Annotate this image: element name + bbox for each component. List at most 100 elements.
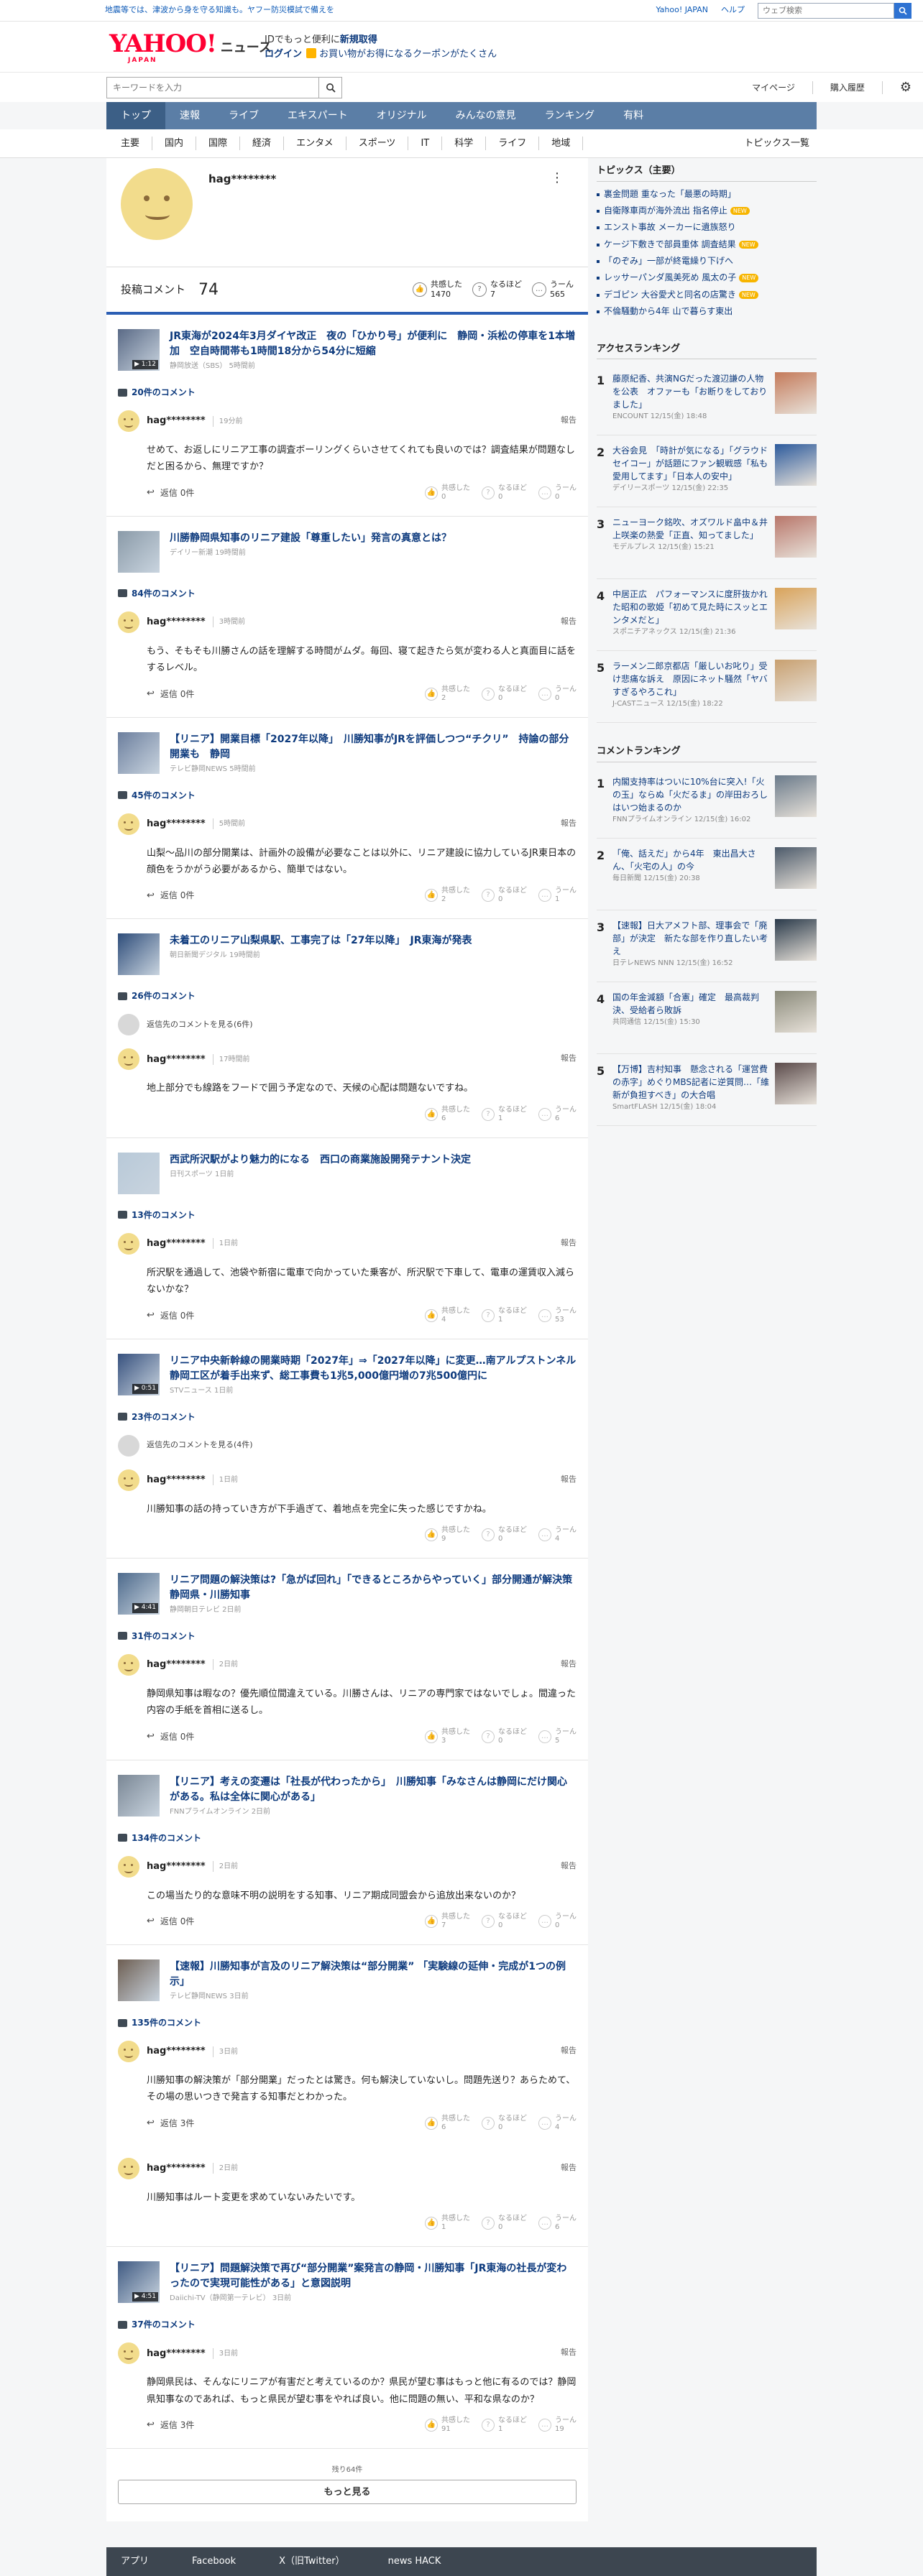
nav-ranking[interactable]: ランキング — [531, 102, 610, 129]
category-item[interactable]: IT — [408, 136, 443, 151]
yahoo-japan-link[interactable]: Yahoo! JAPAN — [656, 4, 708, 17]
reply-button[interactable]: ↩ 返信 0件 — [147, 1730, 194, 1744]
nav-paid[interactable]: 有料 — [609, 102, 658, 129]
naruhodo-button[interactable]: ? なるほど 0 — [482, 484, 527, 502]
article-link[interactable]: ▶ 1:12 JR東海が2024年3月ダイヤ改正 夜の「ひかり号」が便利に 静岡・… — [118, 329, 577, 371]
article-thumbnail[interactable] — [118, 530, 160, 573]
hmm-button[interactable]: … うーん 4 — [538, 2115, 577, 2132]
commenter-name[interactable]: hag******** — [147, 2347, 206, 2361]
article-link[interactable]: 未着工のリニア山梨県駅、工事完了は「27年以降」 JR東海が発表 朝日新聞デジタル… — [118, 933, 577, 976]
commenter-name[interactable]: hag******** — [147, 1860, 206, 1874]
load-more-button[interactable]: もっと見る — [118, 2480, 577, 2505]
ranking-item[interactable]: 3 ニューヨーク銘吹、オズワルド畠中＆井上咲楽の熱愛「正直、知ってました」 モデルプ… — [597, 507, 817, 580]
ranking-item[interactable]: 2 「俺、話えだ」から4年 東出昌大さん、「火宅の人」の今 毎日新聞 12/15(金… — [597, 839, 817, 910]
footer-x[interactable]: X（旧Twitter） — [279, 2554, 344, 2569]
article-thumbnail[interactable]: ▶ 4:51 — [118, 2261, 160, 2304]
article-thumbnail[interactable]: ▶ 0:51 — [118, 1353, 160, 1395]
nav-breaking[interactable]: 速報 — [165, 102, 214, 129]
comment-count-link[interactable]: 23件のコメント — [118, 1411, 577, 1423]
topic-item[interactable]: 自衛隊車両が海外流出 指名停止 NEW — [597, 203, 817, 219]
reply-button[interactable]: ↩ 返信 0件 — [147, 486, 194, 500]
report-link[interactable]: 報告 — [561, 2162, 577, 2174]
ranking-item[interactable]: 5 【万博】吉村知事 懸念される「運営費の赤字」めぐりMBS記者に逆質問…「維新が… — [597, 1054, 817, 1126]
topic-item[interactable]: エンスト事故 メーカーに遺族怒り — [597, 219, 817, 236]
topic-item[interactable]: レッサーパンダ風美死め 風太の子 NEW — [597, 269, 817, 286]
article-title[interactable]: JR東海が2024年3月ダイヤ改正 夜の「ひかり号」が便利に 静岡・浜松の停車を… — [170, 329, 577, 359]
ranking-item[interactable]: 3 【速報】日大アメフト部、理事会で「廃部」が決定 新たな部を作り直したい考え 日テ… — [597, 910, 817, 982]
commenter-name[interactable]: hag******** — [147, 2044, 206, 2059]
article-link[interactable]: ▶ 4:41 リニア問題の解決策は?「急がば回れ」「できるところからやっていく」部… — [118, 1572, 577, 1615]
report-link[interactable]: 報告 — [561, 616, 577, 628]
topic-item[interactable]: 「のぞみ」一部が終電繰り下げへ — [597, 253, 817, 269]
commenter-name[interactable]: hag******** — [147, 1053, 206, 1067]
naruhodo-button[interactable]: ? なるほど 0 — [482, 1526, 527, 1543]
report-link[interactable]: 報告 — [561, 818, 577, 830]
ranking-item[interactable]: 5 ラーメン二郎京都店「厳しいお叱り」受け悲痛な訴え 原因にネット騒然「ヤバすぎる… — [597, 651, 817, 724]
coupon-link[interactable]: お買い物がお得になるクーポンがたくさん — [319, 49, 497, 60]
hmm-button[interactable]: … うーん 6 — [538, 2215, 577, 2232]
topics-list-link[interactable]: トピックス一覧 — [744, 137, 809, 151]
topic-item[interactable]: 裏金問題 重なった「最悪の時期」 — [597, 186, 817, 203]
article-thumbnail[interactable] — [118, 933, 160, 976]
article-title[interactable]: リニア問題の解決策は?「急がば回れ」「できるところからやっていく」部分開通が解決… — [170, 1573, 577, 1603]
article-link[interactable]: 【リニア】開業目標「2027年以降」 川勝知事がJRを評価しつつ“チクリ” 持論… — [118, 731, 577, 775]
nav-live[interactable]: ライブ — [214, 102, 273, 129]
article-thumbnail[interactable] — [118, 1959, 160, 2002]
category-item[interactable]: 国際 — [196, 136, 241, 151]
naruhodo-button[interactable]: ? なるほど 0 — [482, 685, 527, 703]
comment-count-link[interactable]: 20件のコメント — [118, 386, 577, 399]
topic-item[interactable]: デゴピン 大谷愛犬と同名の店驚き NEW — [597, 287, 817, 303]
category-item[interactable]: 経済 — [240, 136, 285, 151]
hmm-button[interactable]: … うーん 0 — [538, 685, 577, 703]
comment-count-link[interactable]: 31件のコメント — [118, 1630, 577, 1643]
reply-button[interactable]: ↩ 返信 0件 — [147, 1914, 194, 1929]
login-link[interactable]: ログイン — [265, 49, 302, 60]
report-link[interactable]: 報告 — [561, 1860, 577, 1873]
comment-count-link[interactable]: 134件のコメント — [118, 1832, 577, 1845]
empathy-button[interactable]: 👍 共感した 1 — [425, 2215, 470, 2232]
topic-item[interactable]: 不倫騒動から4年 山で暮らす東出 — [597, 303, 817, 320]
comment-count-link[interactable]: 13件のコメント — [118, 1209, 577, 1222]
comment-count-link[interactable]: 84件のコメント — [118, 587, 577, 600]
footer-facebook[interactable]: Facebook — [192, 2554, 236, 2569]
topic-item[interactable]: ケージ下敷きで部員重体 調査結果 NEW — [597, 236, 817, 253]
category-item[interactable]: 科学 — [442, 136, 487, 151]
news-search-button[interactable] — [319, 76, 342, 98]
ranking-item[interactable]: 4 中居正広 パフォーマンスに度肝抜かれた昭和の歌姫「初めて見た時にスッとエンタメ… — [597, 579, 817, 652]
reply-button[interactable]: ↩ 返信 0件 — [147, 687, 194, 701]
empathy-button[interactable]: 👍 共感した 9 — [425, 1526, 470, 1543]
reply-button[interactable]: ↩ 返信 0件 — [147, 1308, 194, 1323]
article-link[interactable]: 川勝静岡県知事のリニア建設「尊重したい」発言の真意とは？ デイリー新潮 19時間前 — [118, 530, 577, 573]
empathy-button[interactable]: 👍 共感した 6 — [425, 2115, 470, 2132]
article-title[interactable]: 【リニア】開業目標「2027年以降」 川勝知事がJRを評価しつつ“チクリ” 持論… — [170, 732, 577, 762]
article-thumbnail[interactable] — [118, 1774, 160, 1816]
report-link[interactable]: 報告 — [561, 1237, 577, 1250]
commenter-name[interactable]: hag******** — [147, 615, 206, 629]
article-title[interactable]: 川勝静岡県知事のリニア建設「尊重したい」発言の真意とは？ — [170, 531, 451, 546]
report-link[interactable]: 報告 — [561, 1474, 577, 1486]
naruhodo-button[interactable]: ? なるほど 0 — [482, 1913, 527, 1930]
report-link[interactable]: 報告 — [561, 1053, 577, 1065]
empathy-button[interactable]: 👍 共感した 2 — [425, 685, 470, 703]
register-link[interactable]: 新規取得 — [340, 34, 377, 45]
yahoo-news-logo[interactable]: YAHOO! JAPAN ニュース — [109, 32, 272, 64]
comment-count-link[interactable]: 135件のコメント — [118, 2016, 577, 2029]
article-title[interactable]: 【速報】川勝知事が言及のリニア解決策は“部分開業” 「実験線の延伸・完成が1つの… — [170, 1959, 577, 1990]
nav-expert[interactable]: エキスパート — [273, 102, 362, 129]
hmm-button[interactable]: … うーん 19 — [538, 2416, 577, 2434]
article-link[interactable]: 西武所沢駅がより魅力的になる 西口の商業施設開発テナント決定 日刊スポーツ 1日前 — [118, 1152, 577, 1194]
hmm-button[interactable]: … うーん 6 — [538, 1106, 577, 1123]
empathy-button[interactable]: 👍 共感した 7 — [425, 1913, 470, 1930]
help-link[interactable]: ヘルプ — [721, 4, 745, 17]
report-link[interactable]: 報告 — [561, 2045, 577, 2057]
hmm-button[interactable]: … うーん 4 — [538, 1526, 577, 1543]
article-thumbnail[interactable]: ▶ 4:41 — [118, 1572, 160, 1615]
kebab-menu-icon[interactable]: ⋮ — [551, 168, 564, 188]
hmm-button[interactable]: … うーん 1 — [538, 887, 577, 904]
article-title[interactable]: 未着工のリニア山梨県駅、工事完了は「27年以降」 JR東海が発表 — [170, 933, 472, 948]
naruhodo-button[interactable]: ? なるほど 1 — [482, 1106, 527, 1123]
footer-newshack[interactable]: news HACK — [388, 2554, 441, 2569]
commenter-name[interactable]: hag******** — [147, 1658, 206, 1672]
article-thumbnail[interactable] — [118, 731, 160, 774]
empathy-button[interactable]: 👍 共感した 0 — [425, 484, 470, 502]
